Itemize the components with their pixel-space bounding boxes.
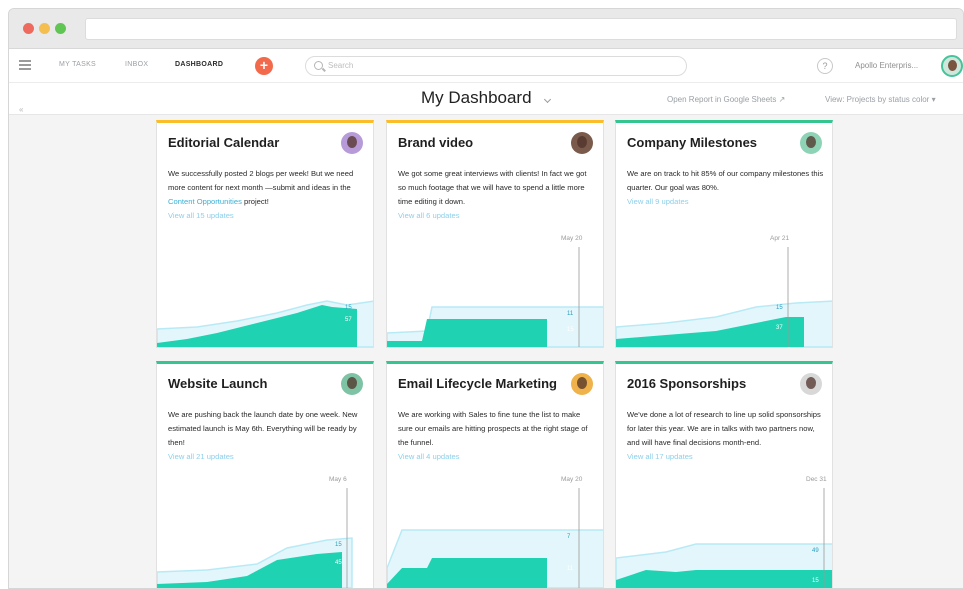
maximize-window-button[interactable] <box>55 23 66 34</box>
status-update-text: We've done a lot of research to line up … <box>627 408 825 464</box>
card-title[interactable]: Company Milestones <box>627 135 757 150</box>
card-owner-avatar[interactable] <box>341 373 363 395</box>
card-owner-avatar[interactable] <box>571 132 593 154</box>
search-placeholder: Search <box>328 61 354 70</box>
view-updates-link[interactable]: View all 9 updates <box>627 195 825 209</box>
progress-chart: 1545 <box>157 488 353 588</box>
total-count-label: 15 <box>335 542 342 548</box>
card-title[interactable]: Editorial Calendar <box>168 135 279 150</box>
quick-add-button[interactable]: + <box>255 57 273 75</box>
nav-dashboard[interactable]: DASHBOARD <box>175 61 223 68</box>
due-date-label: May 20 <box>561 235 583 242</box>
open-report-link[interactable]: Open Report in Google Sheets ↗ <box>667 95 785 104</box>
completed-count-label: 45 <box>335 560 342 566</box>
total-count-label: 15 <box>345 305 352 311</box>
project-card[interactable]: Email Lifecycle Marketing We are working … <box>386 361 604 588</box>
due-date-label: Apr 21 <box>770 235 790 242</box>
search-icon <box>314 61 323 70</box>
completed-tasks-area <box>616 570 832 588</box>
total-count-label: 11 <box>567 311 574 317</box>
view-updates-link[interactable]: View all 17 updates <box>627 450 825 464</box>
nav-my-tasks[interactable]: MY TASKS <box>59 61 96 68</box>
minimize-window-button[interactable] <box>39 23 50 34</box>
progress-chart: 711 <box>387 488 603 588</box>
top-navigation: MY TASKS INBOX DASHBOARD + Search ? Apol… <box>9 49 963 83</box>
project-card[interactable]: 2016 Sponsorships We've done a lot of res… <box>615 361 833 588</box>
view-updates-link[interactable]: View all 4 updates <box>398 450 596 464</box>
progress-chart: 11 15 <box>387 247 603 347</box>
completed-count-label: 11 <box>567 566 574 572</box>
card-owner-avatar[interactable] <box>800 132 822 154</box>
progress-chart: 1537 <box>616 247 832 347</box>
status-update-text: We are pushing back the launch date by o… <box>168 408 366 464</box>
address-bar[interactable] <box>85 18 957 40</box>
view-selector[interactable]: View: Projects by status color ▾ <box>825 95 936 104</box>
due-date-label: May 6 <box>329 476 347 483</box>
view-updates-link[interactable]: View all 21 updates <box>168 450 366 464</box>
status-update-text: We are on track to hit 85% of our compan… <box>627 167 825 209</box>
project-card[interactable]: Brand video We got some great interviews … <box>386 120 604 348</box>
organization-switcher[interactable]: Apollo Enterpris... <box>855 61 918 70</box>
completed-tasks-area <box>157 305 357 347</box>
user-avatar[interactable] <box>941 55 963 77</box>
project-link[interactable]: Content Opportunities <box>168 197 242 206</box>
close-window-button[interactable] <box>23 23 34 34</box>
card-owner-avatar[interactable] <box>571 373 593 395</box>
card-title[interactable]: 2016 Sponsorships <box>627 376 746 391</box>
due-date-label: May 20 <box>561 476 583 483</box>
card-title[interactable]: Website Launch <box>168 376 267 391</box>
browser-chrome <box>9 9 963 49</box>
completed-count-label: 57 <box>345 317 352 323</box>
card-owner-avatar[interactable] <box>341 132 363 154</box>
progress-chart: 49 15 <box>616 488 832 588</box>
status-update-text: We are working with Sales to fine tune t… <box>398 408 596 464</box>
total-count-label: 49 <box>812 548 819 554</box>
completed-count-label: 15 <box>812 578 819 584</box>
total-count-label: 15 <box>776 305 783 311</box>
completed-count-label: 37 <box>776 325 783 331</box>
card-title[interactable]: Brand video <box>398 135 473 150</box>
status-update-text: We successfully posted 2 blogs per week!… <box>168 167 366 223</box>
view-updates-link[interactable]: View all 6 updates <box>398 209 596 223</box>
view-updates-link[interactable]: View all 15 updates <box>168 209 366 223</box>
due-date-label: Dec 31 <box>806 476 827 483</box>
help-button[interactable]: ? <box>817 58 833 74</box>
dashboard-header: « My Dashboard Open Report in Google She… <box>9 83 963 115</box>
project-card[interactable]: Website Launch We are pushing back the la… <box>156 361 374 588</box>
collapse-sidebar-icon[interactable]: « <box>19 105 23 114</box>
page-title: My Dashboard <box>421 88 532 107</box>
status-update-text: We got some great interviews with client… <box>398 167 596 223</box>
card-title[interactable]: Email Lifecycle Marketing <box>398 376 557 391</box>
browser-window: MY TASKS INBOX DASHBOARD + Search ? Apol… <box>8 8 964 589</box>
completed-count-label: 15 <box>567 327 574 333</box>
search-input[interactable]: Search <box>305 56 687 76</box>
chevron-down-icon[interactable] <box>543 95 552 104</box>
progress-chart: 1557 <box>157 300 373 347</box>
project-card[interactable]: Editorial Calendar We successfully posted… <box>156 120 374 348</box>
nav-inbox[interactable]: INBOX <box>125 61 148 68</box>
project-card[interactable]: Company Milestones We are on track to hit… <box>615 120 833 348</box>
menu-icon[interactable] <box>19 60 31 70</box>
card-owner-avatar[interactable] <box>800 373 822 395</box>
